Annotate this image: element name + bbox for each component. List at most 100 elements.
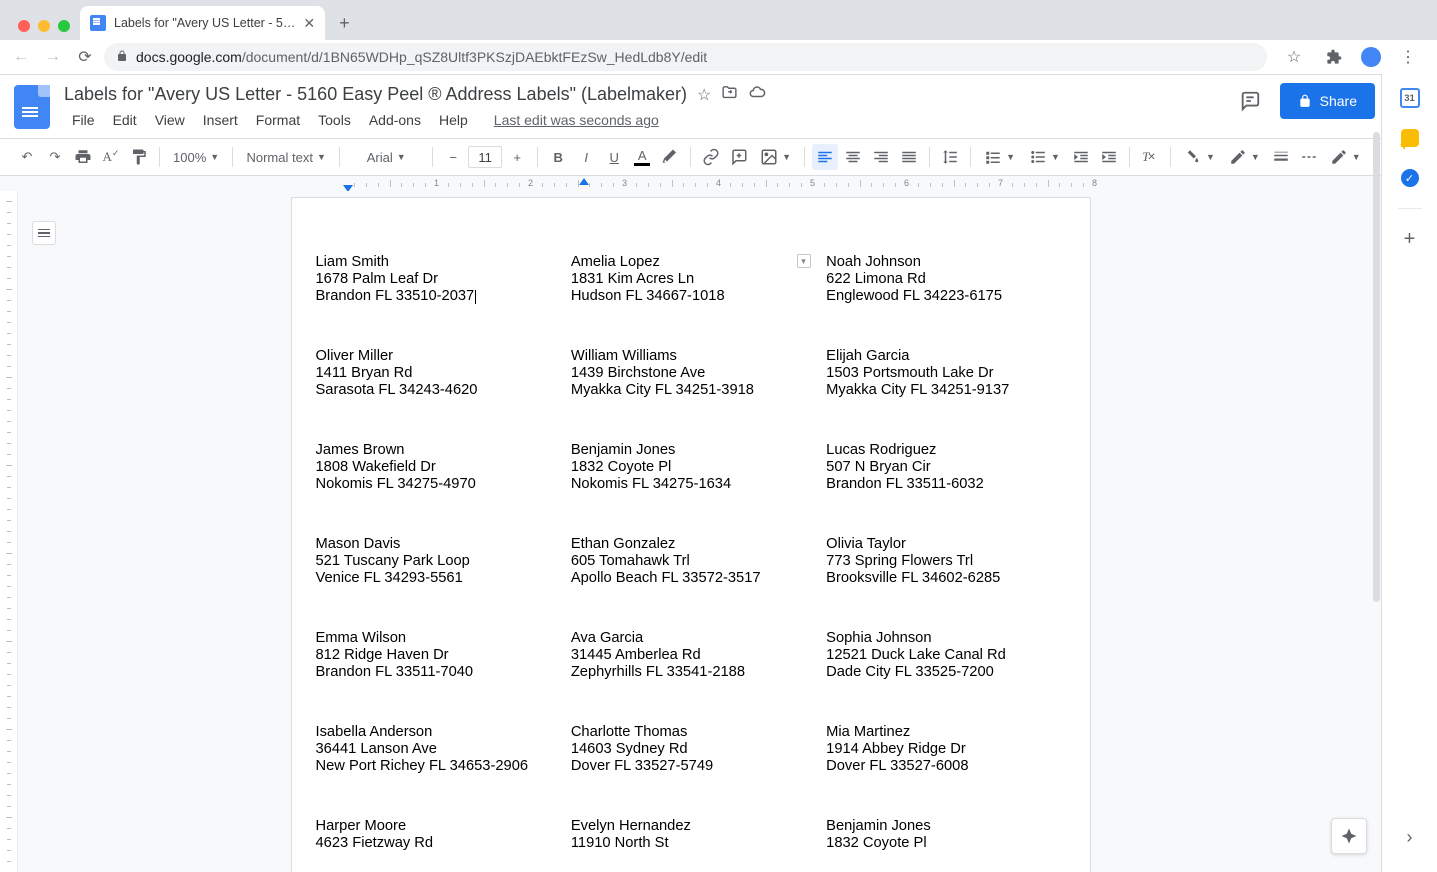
first-line-indent-marker-icon[interactable] xyxy=(579,178,589,185)
label-cell[interactable]: Charlotte Thomas14603 Sydney RdDover FL … xyxy=(571,724,810,818)
label-cell[interactable]: Evelyn Hernandez11910 North St xyxy=(571,818,810,872)
label-cell[interactable]: Benjamin Jones1832 Coyote PlNokomis FL 3… xyxy=(571,442,810,536)
font-size-decrease[interactable]: − xyxy=(440,144,466,170)
bold-button[interactable]: B xyxy=(545,144,571,170)
document-page[interactable]: ▾ Liam Smith1678 Palm Leaf DrBrandon FL … xyxy=(291,197,1091,872)
calendar-icon[interactable]: 31 xyxy=(1400,88,1420,108)
spellcheck-button[interactable]: A✓ xyxy=(98,144,124,170)
label-cell[interactable]: Lucas Rodriguez507 N Bryan CirBrandon FL… xyxy=(826,442,1065,536)
new-tab-button[interactable]: + xyxy=(325,13,364,40)
insert-image-button[interactable]: ▼ xyxy=(754,144,797,170)
browser-tab[interactable]: Labels for "Avery US Letter - 5… ✕ xyxy=(80,6,325,40)
close-tab-icon[interactable]: ✕ xyxy=(303,15,315,32)
clear-formatting-button[interactable]: T✕ xyxy=(1137,144,1163,170)
align-left-button[interactable] xyxy=(812,144,838,170)
editing-mode-button[interactable]: ▼ xyxy=(1324,144,1367,170)
zoom-select[interactable]: 100%▼ xyxy=(167,144,225,170)
menu-tools[interactable]: Tools xyxy=(310,110,359,130)
minimize-window-icon[interactable] xyxy=(38,20,50,32)
label-cell[interactable]: Olivia Taylor773 Spring Flowers TrlBrook… xyxy=(826,536,1065,630)
line-spacing-button[interactable] xyxy=(937,144,963,170)
menu-insert[interactable]: Insert xyxy=(195,110,246,130)
tasks-icon[interactable]: ✓ xyxy=(1400,168,1420,188)
keep-icon[interactable] xyxy=(1400,128,1420,148)
last-edit-link[interactable]: Last edit was seconds ago xyxy=(486,110,667,130)
outline-toggle-button[interactable] xyxy=(32,221,56,245)
label-cell[interactable]: Isabella Anderson36441 Lanson AveNew Por… xyxy=(316,724,555,818)
align-right-button[interactable] xyxy=(868,144,894,170)
text-color-button[interactable]: A xyxy=(629,144,655,170)
label-cell[interactable]: William Williams1439 Birchstone AveMyakk… xyxy=(571,348,810,442)
star-icon[interactable]: ☆ xyxy=(697,85,711,105)
label-cell[interactable]: Oliver Miller1411 Bryan RdSarasota FL 34… xyxy=(316,348,555,442)
insert-comment-button[interactable] xyxy=(726,144,752,170)
insert-link-button[interactable] xyxy=(698,144,724,170)
menu-edit[interactable]: Edit xyxy=(105,110,145,130)
bulleted-list-button[interactable]: ▼ xyxy=(1023,144,1066,170)
window-controls[interactable] xyxy=(10,20,80,40)
redo-button[interactable]: ↷ xyxy=(42,144,68,170)
border-color-button[interactable]: ▼ xyxy=(1223,144,1266,170)
underline-button[interactable]: U xyxy=(601,144,627,170)
cloud-status-icon[interactable] xyxy=(748,83,766,106)
bookmark-star-icon[interactable]: ☆ xyxy=(1281,44,1307,70)
label-cell[interactable]: Sophia Johnson12521 Duck Lake Canal RdDa… xyxy=(826,630,1065,724)
menu-file[interactable]: File xyxy=(64,110,103,130)
forward-button[interactable]: → xyxy=(40,44,66,70)
label-cell[interactable]: Elijah Garcia1503 Portsmouth Lake DrMyak… xyxy=(826,348,1065,442)
font-size-input[interactable]: 11 xyxy=(468,146,502,168)
scrollbar-thumb[interactable] xyxy=(1373,132,1380,602)
hide-sidepanel-icon[interactable]: › xyxy=(1407,827,1413,848)
print-button[interactable] xyxy=(70,144,96,170)
label-cell[interactable]: Mia Martinez1914 Abbey Ridge DrDover FL … xyxy=(826,724,1065,818)
extensions-icon[interactable] xyxy=(1321,44,1347,70)
explore-button[interactable] xyxy=(1331,818,1367,854)
extension-badge-icon[interactable] xyxy=(1361,47,1381,67)
border-dash-button[interactable] xyxy=(1296,144,1322,170)
menu-view[interactable]: View xyxy=(147,110,193,130)
table-cell-menu-icon[interactable]: ▾ xyxy=(797,254,811,268)
share-button[interactable]: Share xyxy=(1280,83,1375,119)
reload-button[interactable]: ⟳ xyxy=(72,44,98,70)
document-canvas[interactable]: ▾ Liam Smith1678 Palm Leaf DrBrandon FL … xyxy=(0,191,1381,872)
label-cell[interactable]: Harper Moore4623 Fietzway Rd xyxy=(316,818,555,872)
addons-plus-icon[interactable]: + xyxy=(1400,229,1420,249)
label-cell[interactable]: Amelia Lopez1831 Kim Acres LnHudson FL 3… xyxy=(571,254,810,348)
comments-icon[interactable] xyxy=(1236,87,1264,115)
label-cell[interactable]: Emma Wilson812 Ridge Haven DrBrandon FL … xyxy=(316,630,555,724)
undo-button[interactable]: ↶ xyxy=(14,144,40,170)
increase-indent-button[interactable] xyxy=(1096,144,1122,170)
move-icon[interactable] xyxy=(721,84,738,106)
font-size-increase[interactable]: + xyxy=(504,144,530,170)
fill-color-button[interactable]: ▼ xyxy=(1178,144,1221,170)
vertical-ruler[interactable] xyxy=(0,191,18,872)
label-cell[interactable]: Noah Johnson622 Limona RdEnglewood FL 34… xyxy=(826,254,1065,348)
label-cell[interactable]: James Brown1808 Wakefield DrNokomis FL 3… xyxy=(316,442,555,536)
label-cell[interactable]: Ethan Gonzalez605 Tomahawk TrlApollo Bea… xyxy=(571,536,810,630)
font-select[interactable]: Arial▼ xyxy=(347,144,425,170)
checklist-button[interactable]: ▼ xyxy=(978,144,1021,170)
italic-button[interactable]: I xyxy=(573,144,599,170)
align-justify-button[interactable] xyxy=(896,144,922,170)
label-cell[interactable]: Mason Davis521 Tuscany Park LoopVenice F… xyxy=(316,536,555,630)
maximize-window-icon[interactable] xyxy=(58,20,70,32)
align-center-button[interactable] xyxy=(840,144,866,170)
style-select[interactable]: Normal text▼ xyxy=(240,144,332,170)
label-cell[interactable]: Benjamin Jones1832 Coyote Pl xyxy=(826,818,1065,872)
label-cell[interactable]: Ava Garcia31445 Amberlea RdZephyrhills F… xyxy=(571,630,810,724)
close-window-icon[interactable] xyxy=(18,20,30,32)
labels-table[interactable]: Liam Smith1678 Palm Leaf DrBrandon FL 33… xyxy=(316,254,1066,872)
menu-format[interactable]: Format xyxy=(248,110,308,130)
chrome-menu-icon[interactable]: ⋮ xyxy=(1395,44,1421,70)
highlight-button[interactable] xyxy=(657,144,683,170)
border-width-button[interactable] xyxy=(1268,144,1294,170)
paint-format-button[interactable] xyxy=(126,144,152,170)
menu-help[interactable]: Help xyxy=(431,110,476,130)
back-button[interactable]: ← xyxy=(8,44,34,70)
menu-addons[interactable]: Add-ons xyxy=(361,110,429,130)
label-cell[interactable]: Liam Smith1678 Palm Leaf DrBrandon FL 33… xyxy=(316,254,555,348)
decrease-indent-button[interactable] xyxy=(1068,144,1094,170)
document-title[interactable]: Labels for "Avery US Letter - 5160 Easy … xyxy=(64,84,687,105)
google-docs-logo-icon[interactable] xyxy=(14,85,50,129)
address-bar[interactable]: docs.google.com/document/d/1BN65WDHp_qSZ… xyxy=(104,43,1267,71)
